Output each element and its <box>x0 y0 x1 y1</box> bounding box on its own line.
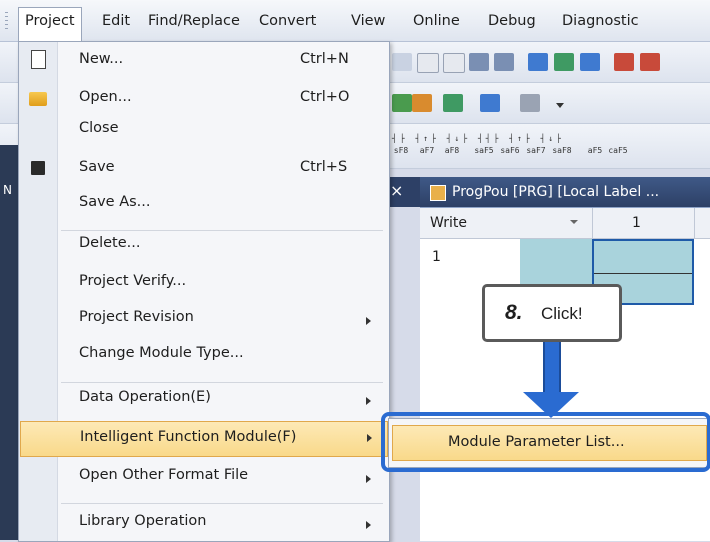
menu-item-new[interactable]: New... Ctrl+N <box>19 42 389 80</box>
callout-text: Click! <box>541 304 583 323</box>
menu-item-data-operation-label: Data Operation(E) <box>79 389 211 405</box>
remote-stop-icon[interactable] <box>640 53 660 71</box>
ladder-caf5-label[interactable]: caF5 <box>606 146 630 155</box>
ladder-af8-label[interactable]: aF8 <box>440 146 464 155</box>
menu-project[interactable]: Project <box>18 7 82 41</box>
cut-icon[interactable] <box>392 53 412 71</box>
column-divider <box>592 208 593 238</box>
open-folder-icon <box>29 92 47 106</box>
menu-separator <box>61 382 383 383</box>
verify-plc-icon[interactable] <box>580 53 600 71</box>
copy-icon[interactable] <box>417 53 439 73</box>
close-tab-icon[interactable]: × <box>390 181 403 200</box>
ladder-saf6-label[interactable]: saF6 <box>498 146 522 155</box>
menu-item-open-other-format-file[interactable]: Open Other Format File <box>19 463 389 501</box>
menu-debug[interactable]: Debug <box>482 8 542 34</box>
menu-item-save-label: Save <box>79 159 115 175</box>
menu-item-data-operation[interactable]: Data Operation(E) <box>19 385 389 423</box>
menu-item-save-shortcut: Ctrl+S <box>300 159 348 175</box>
ladder-saf5-label[interactable]: saF5 <box>472 146 496 155</box>
ladder-sf8-label[interactable]: sF8 <box>389 146 413 155</box>
menu-item-open-shortcut: Ctrl+O <box>300 89 350 105</box>
write-to-plc-icon[interactable] <box>554 53 574 71</box>
menu-item-open[interactable]: Open... Ctrl+O <box>19 80 389 118</box>
navigation-panel-label: N <box>3 183 12 197</box>
project-menu: New... Ctrl+N Open... Ctrl+O Close Save … <box>18 41 390 542</box>
submenu-arrow-icon <box>366 317 371 325</box>
grid-row-number: 1 <box>432 249 441 265</box>
ladder-grid[interactable]: Write 1 1 <box>420 207 710 541</box>
toolbar-grip[interactable] <box>5 12 8 30</box>
submenu-arrow-icon <box>367 434 372 442</box>
menu-item-open-label: Open... <box>79 89 132 105</box>
menu-item-save-as[interactable]: Save As... <box>19 188 389 226</box>
grid-column-header: 1 <box>632 215 641 231</box>
menu-edit[interactable]: Edit <box>96 8 136 34</box>
menu-item-new-shortcut: Ctrl+N <box>300 51 349 67</box>
write-mode-label: Write <box>430 215 467 231</box>
navigation-panel: N <box>0 145 18 540</box>
menu-item-close-label: Close <box>79 120 119 136</box>
column-divider-2 <box>694 208 695 238</box>
menu-item-change-module-type[interactable]: Change Module Type... <box>19 342 389 380</box>
submenu-arrow-icon <box>366 521 371 529</box>
menu-diagnostics[interactable]: Diagnostic <box>556 8 645 34</box>
ladder-symbols-icon: ┤├ ┤↑├ ┤↓├ ┤┤├ ┤↑├ ┤↓├ <box>392 134 564 143</box>
annotation-highlight-frame <box>381 412 710 472</box>
menu-item-library-operation[interactable]: Library Operation <box>19 504 389 542</box>
write-mode-dropdown-icon[interactable] <box>570 220 578 224</box>
annotation-arrow-shaft <box>543 342 561 394</box>
menu-item-delete-label: Delete... <box>79 235 141 251</box>
menu-item-save-as-label: Save As... <box>79 194 151 210</box>
new-file-icon <box>31 50 46 69</box>
menu-item-intelligent-function-module[interactable]: Intelligent Function Module(F) <box>20 421 388 457</box>
toolbar-overflow-icon[interactable] <box>556 103 564 108</box>
menu-item-new-label: New... <box>79 51 124 67</box>
callout-step-number: 8. <box>505 301 523 324</box>
grid-header: Write 1 <box>420 208 710 239</box>
ladder-af5-label[interactable]: aF5 <box>585 146 605 155</box>
save-disk-icon <box>31 161 45 175</box>
convert-all-icon[interactable] <box>412 94 432 112</box>
undo-icon[interactable] <box>469 53 489 71</box>
menu-view[interactable]: View <box>345 8 391 34</box>
ladder-line <box>594 273 692 274</box>
menu-item-project-verify[interactable]: Project Verify... <box>19 270 389 308</box>
menu-item-library-operation-label: Library Operation <box>79 513 207 529</box>
menu-online[interactable]: Online <box>407 8 466 34</box>
ladder-saf7-label[interactable]: saF7 <box>524 146 548 155</box>
convert-icon[interactable] <box>392 94 412 112</box>
redo-icon[interactable] <box>494 53 514 71</box>
menu-separator <box>61 230 383 231</box>
monitor-icon[interactable] <box>443 94 463 112</box>
annotation-callout: 8. Click! <box>482 284 622 342</box>
menu-bar: Project Edit Find/Replace Convert View O… <box>0 0 710 42</box>
find-device-icon[interactable] <box>520 94 540 112</box>
paste-icon[interactable] <box>443 53 465 73</box>
editor-tab-title: ProgPou [PRG] [Local Label ... <box>452 184 660 200</box>
menu-item-intelligent-function-module-label: Intelligent Function Module(F) <box>80 429 297 445</box>
menu-item-project-revision-label: Project Revision <box>79 309 194 325</box>
program-icon <box>430 185 446 201</box>
device-test-icon[interactable] <box>480 94 500 112</box>
menu-item-change-module-type-label: Change Module Type... <box>79 345 244 361</box>
editor-tab[interactable]: × ProgPou [PRG] [Local Label ... <box>395 177 710 207</box>
menu-item-open-other-format-file-label: Open Other Format File <box>79 467 249 483</box>
submenu-arrow-icon <box>366 475 371 483</box>
read-from-plc-icon[interactable] <box>528 53 548 71</box>
ladder-saf8-label[interactable]: saF8 <box>550 146 574 155</box>
menu-find-replace[interactable]: Find/Replace <box>142 8 246 34</box>
menu-item-project-verify-label: Project Verify... <box>79 273 187 289</box>
menu-convert[interactable]: Convert <box>253 8 322 34</box>
menu-item-delete[interactable]: Delete... <box>19 232 389 270</box>
ladder-af7-label[interactable]: aF7 <box>415 146 439 155</box>
annotation-arrow-head-icon <box>523 392 579 418</box>
menu-item-project-revision[interactable]: Project Revision <box>19 306 389 344</box>
remote-run-icon[interactable] <box>614 53 634 71</box>
submenu-arrow-icon <box>366 397 371 405</box>
menu-item-save[interactable]: Save Ctrl+S <box>19 150 389 188</box>
